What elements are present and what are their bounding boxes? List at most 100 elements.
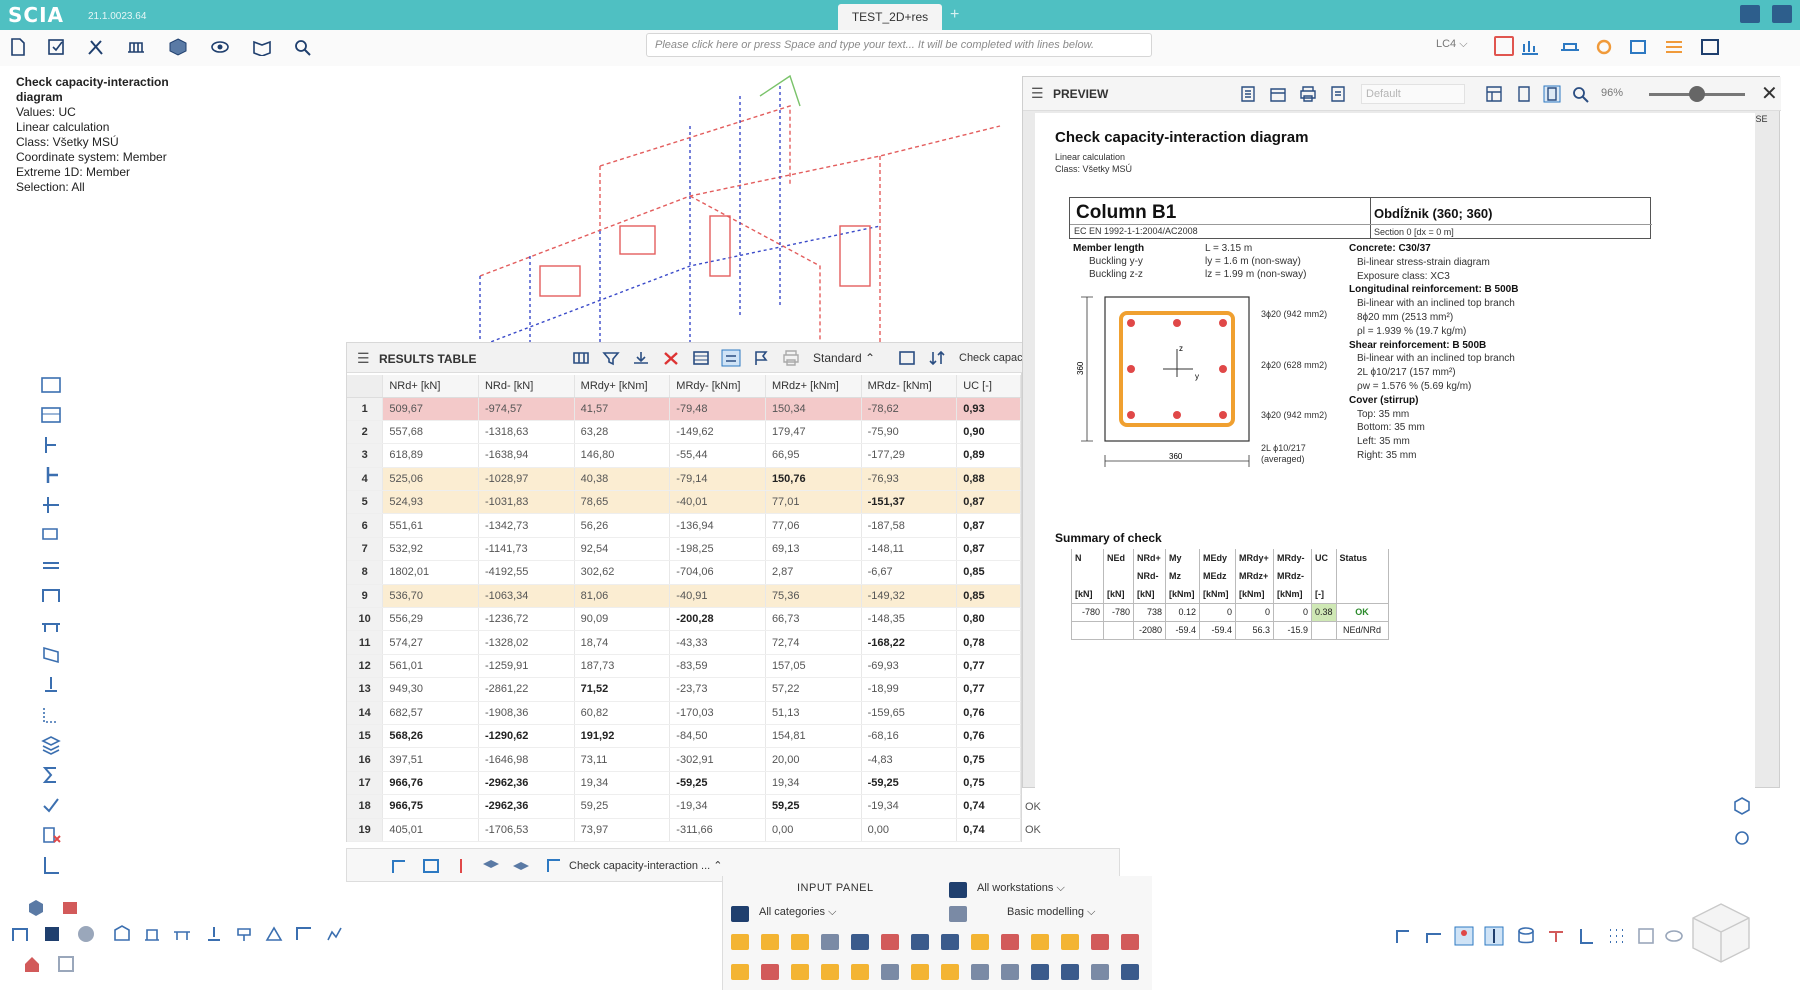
- mesh-tool-icon[interactable]: [1091, 964, 1109, 980]
- layers2-tab-icon[interactable]: [511, 857, 531, 875]
- member-icon[interactable]: [40, 464, 62, 486]
- table-cell[interactable]: 90,09: [574, 607, 671, 632]
- table-cell[interactable]: 532,92: [382, 537, 479, 562]
- table-cell[interactable]: -19,34: [669, 794, 766, 819]
- table-cell[interactable]: -1342,73: [478, 513, 575, 538]
- view-cube-small-icon[interactable]: [76, 924, 96, 944]
- column-header[interactable]: MRdy- [kNm]: [669, 375, 766, 398]
- table-cell[interactable]: 0,87: [956, 490, 1021, 515]
- row-number[interactable]: 8: [347, 560, 384, 585]
- display-loads-icon[interactable]: [234, 924, 254, 944]
- member-tab-icon[interactable]: [389, 857, 409, 875]
- rigid-tool-icon[interactable]: [881, 964, 899, 980]
- table-cell[interactable]: -1063,34: [478, 584, 575, 609]
- preview-style-select[interactable]: Default: [1361, 84, 1465, 104]
- table-cell[interactable]: 0,76: [956, 724, 1021, 749]
- table-cell[interactable]: 75,36: [765, 584, 862, 609]
- preview-layout-icon[interactable]: [1485, 85, 1503, 103]
- table-cell[interactable]: -43,33: [669, 630, 766, 655]
- view-cube[interactable]: [1686, 898, 1756, 968]
- table-cell[interactable]: 69,13: [765, 537, 862, 562]
- table-cell[interactable]: -59,25: [669, 771, 766, 796]
- frame-icon[interactable]: [1628, 38, 1648, 56]
- table-cell[interactable]: -1031,83: [478, 490, 575, 515]
- row-number[interactable]: 7: [347, 537, 384, 562]
- table-cell[interactable]: 0,88: [956, 467, 1021, 492]
- material-tool-icon[interactable]: [1001, 964, 1019, 980]
- table-settings-icon[interactable]: [897, 349, 917, 367]
- table-cell[interactable]: 19,34: [765, 771, 862, 796]
- support-tool-icon[interactable]: [1001, 934, 1019, 950]
- grid-tool-icon[interactable]: [911, 964, 929, 980]
- table-cell[interactable]: -1638,94: [478, 443, 575, 468]
- table-cell[interactable]: -198,25: [669, 537, 766, 562]
- table-cell[interactable]: -1290,62: [478, 724, 575, 749]
- table-cell[interactable]: -177,29: [861, 443, 958, 468]
- view-3d-icon[interactable]: [26, 898, 46, 918]
- table-cell[interactable]: -1706,53: [478, 818, 575, 842]
- table-row[interactable]: 9 536,70 -1063,34 81,06 -40,91 75,36 -149,32 0,…: [347, 584, 1021, 609]
- slab-icon[interactable]: [40, 524, 62, 546]
- row-number[interactable]: 14: [347, 701, 384, 725]
- subregion-tool-icon[interactable]: [971, 934, 989, 950]
- window-restore-icon[interactable]: [1772, 5, 1792, 23]
- table-cell[interactable]: -200,28: [669, 607, 766, 632]
- table-cell[interactable]: 574,27: [382, 630, 479, 655]
- table-cell[interactable]: -168,22: [861, 630, 958, 655]
- preview-zoom-icon[interactable]: [1571, 85, 1589, 103]
- table-cell[interactable]: 0,87: [956, 537, 1021, 562]
- table-cell[interactable]: -974,57: [478, 397, 575, 421]
- pin-tab-icon[interactable]: [451, 857, 471, 875]
- table-cell[interactable]: 77,06: [765, 513, 862, 538]
- table-row[interactable]: 10 556,29 -1236,72 90,09 -200,28 66,73 -148,35…: [347, 607, 1021, 632]
- table-cell[interactable]: 66,73: [765, 607, 862, 632]
- table-row[interactable]: 7 532,92 -1141,73 92,54 -198,25 69,13 -148,11 0…: [347, 537, 1021, 562]
- modelling-select[interactable]: Basic modelling ⌵: [1007, 906, 1095, 919]
- table-cell[interactable]: -1646,98: [478, 747, 575, 772]
- table-cell[interactable]: -59,25: [861, 771, 958, 796]
- table-results-icon[interactable]: [40, 404, 62, 426]
- shell-tool-icon[interactable]: [881, 934, 899, 950]
- row-number[interactable]: 13: [347, 677, 384, 702]
- snap-axis-icon[interactable]: [1576, 926, 1596, 946]
- table-cell[interactable]: 71,52: [574, 677, 671, 702]
- table-grid-icon[interactable]: [691, 349, 711, 367]
- pillar-tool-icon[interactable]: [791, 964, 809, 980]
- table-cell[interactable]: -84,50: [669, 724, 766, 749]
- table-cell[interactable]: 0,89: [956, 443, 1021, 468]
- new-file-icon[interactable]: [8, 38, 28, 56]
- open-file-icon[interactable]: [46, 38, 66, 56]
- table-cell[interactable]: 949,30: [382, 677, 479, 702]
- row-number[interactable]: 6: [347, 513, 384, 538]
- table-cell[interactable]: -170,03: [669, 701, 766, 725]
- table-cell[interactable]: 1802,01: [382, 560, 479, 585]
- table-cell[interactable]: 536,70: [382, 584, 479, 609]
- link-tool-icon[interactable]: [851, 964, 869, 980]
- row-number[interactable]: 5: [347, 490, 384, 515]
- column-header[interactable]: UC [-]: [956, 375, 1021, 398]
- table-cell[interactable]: -2861,22: [478, 677, 575, 702]
- table-cell[interactable]: 191,92: [574, 724, 671, 749]
- check-capacity-tab[interactable]: Check capacity-interaction ... ⌃: [569, 859, 723, 872]
- table-cell[interactable]: 302,62: [574, 560, 671, 585]
- table-cell[interactable]: 551,61: [382, 513, 479, 538]
- table-cell[interactable]: 0,77: [956, 677, 1021, 702]
- table-cell[interactable]: -1236,72: [478, 607, 575, 632]
- display-walls-icon[interactable]: [142, 924, 162, 944]
- view-standard-select[interactable]: Standard ⌃: [813, 351, 875, 365]
- column-tool-icon[interactable]: [791, 934, 809, 950]
- results-icon[interactable]: [1494, 36, 1514, 56]
- table-cell[interactable]: 2,87: [765, 560, 862, 585]
- bridge-icon[interactable]: [40, 614, 62, 636]
- table-cell[interactable]: -149,32: [861, 584, 958, 609]
- table-cell[interactable]: -136,94: [669, 513, 766, 538]
- dimension-icon[interactable]: [40, 704, 62, 726]
- table-cell[interactable]: 77,01: [765, 490, 862, 515]
- beam-icon[interactable]: [1560, 38, 1580, 56]
- table-row[interactable]: 16 397,51 -1646,98 73,11 -302,91 20,00 -4,83 0,…: [347, 747, 1021, 772]
- table-cell[interactable]: 72,74: [765, 630, 862, 655]
- table-row[interactable]: 3 618,89 -1638,94 146,80 -55,44 66,95 -177,29 0…: [347, 443, 1021, 468]
- preview-document-icon[interactable]: [1239, 85, 1257, 103]
- row-number[interactable]: 10: [347, 607, 384, 632]
- table-cell[interactable]: 618,89: [382, 443, 479, 468]
